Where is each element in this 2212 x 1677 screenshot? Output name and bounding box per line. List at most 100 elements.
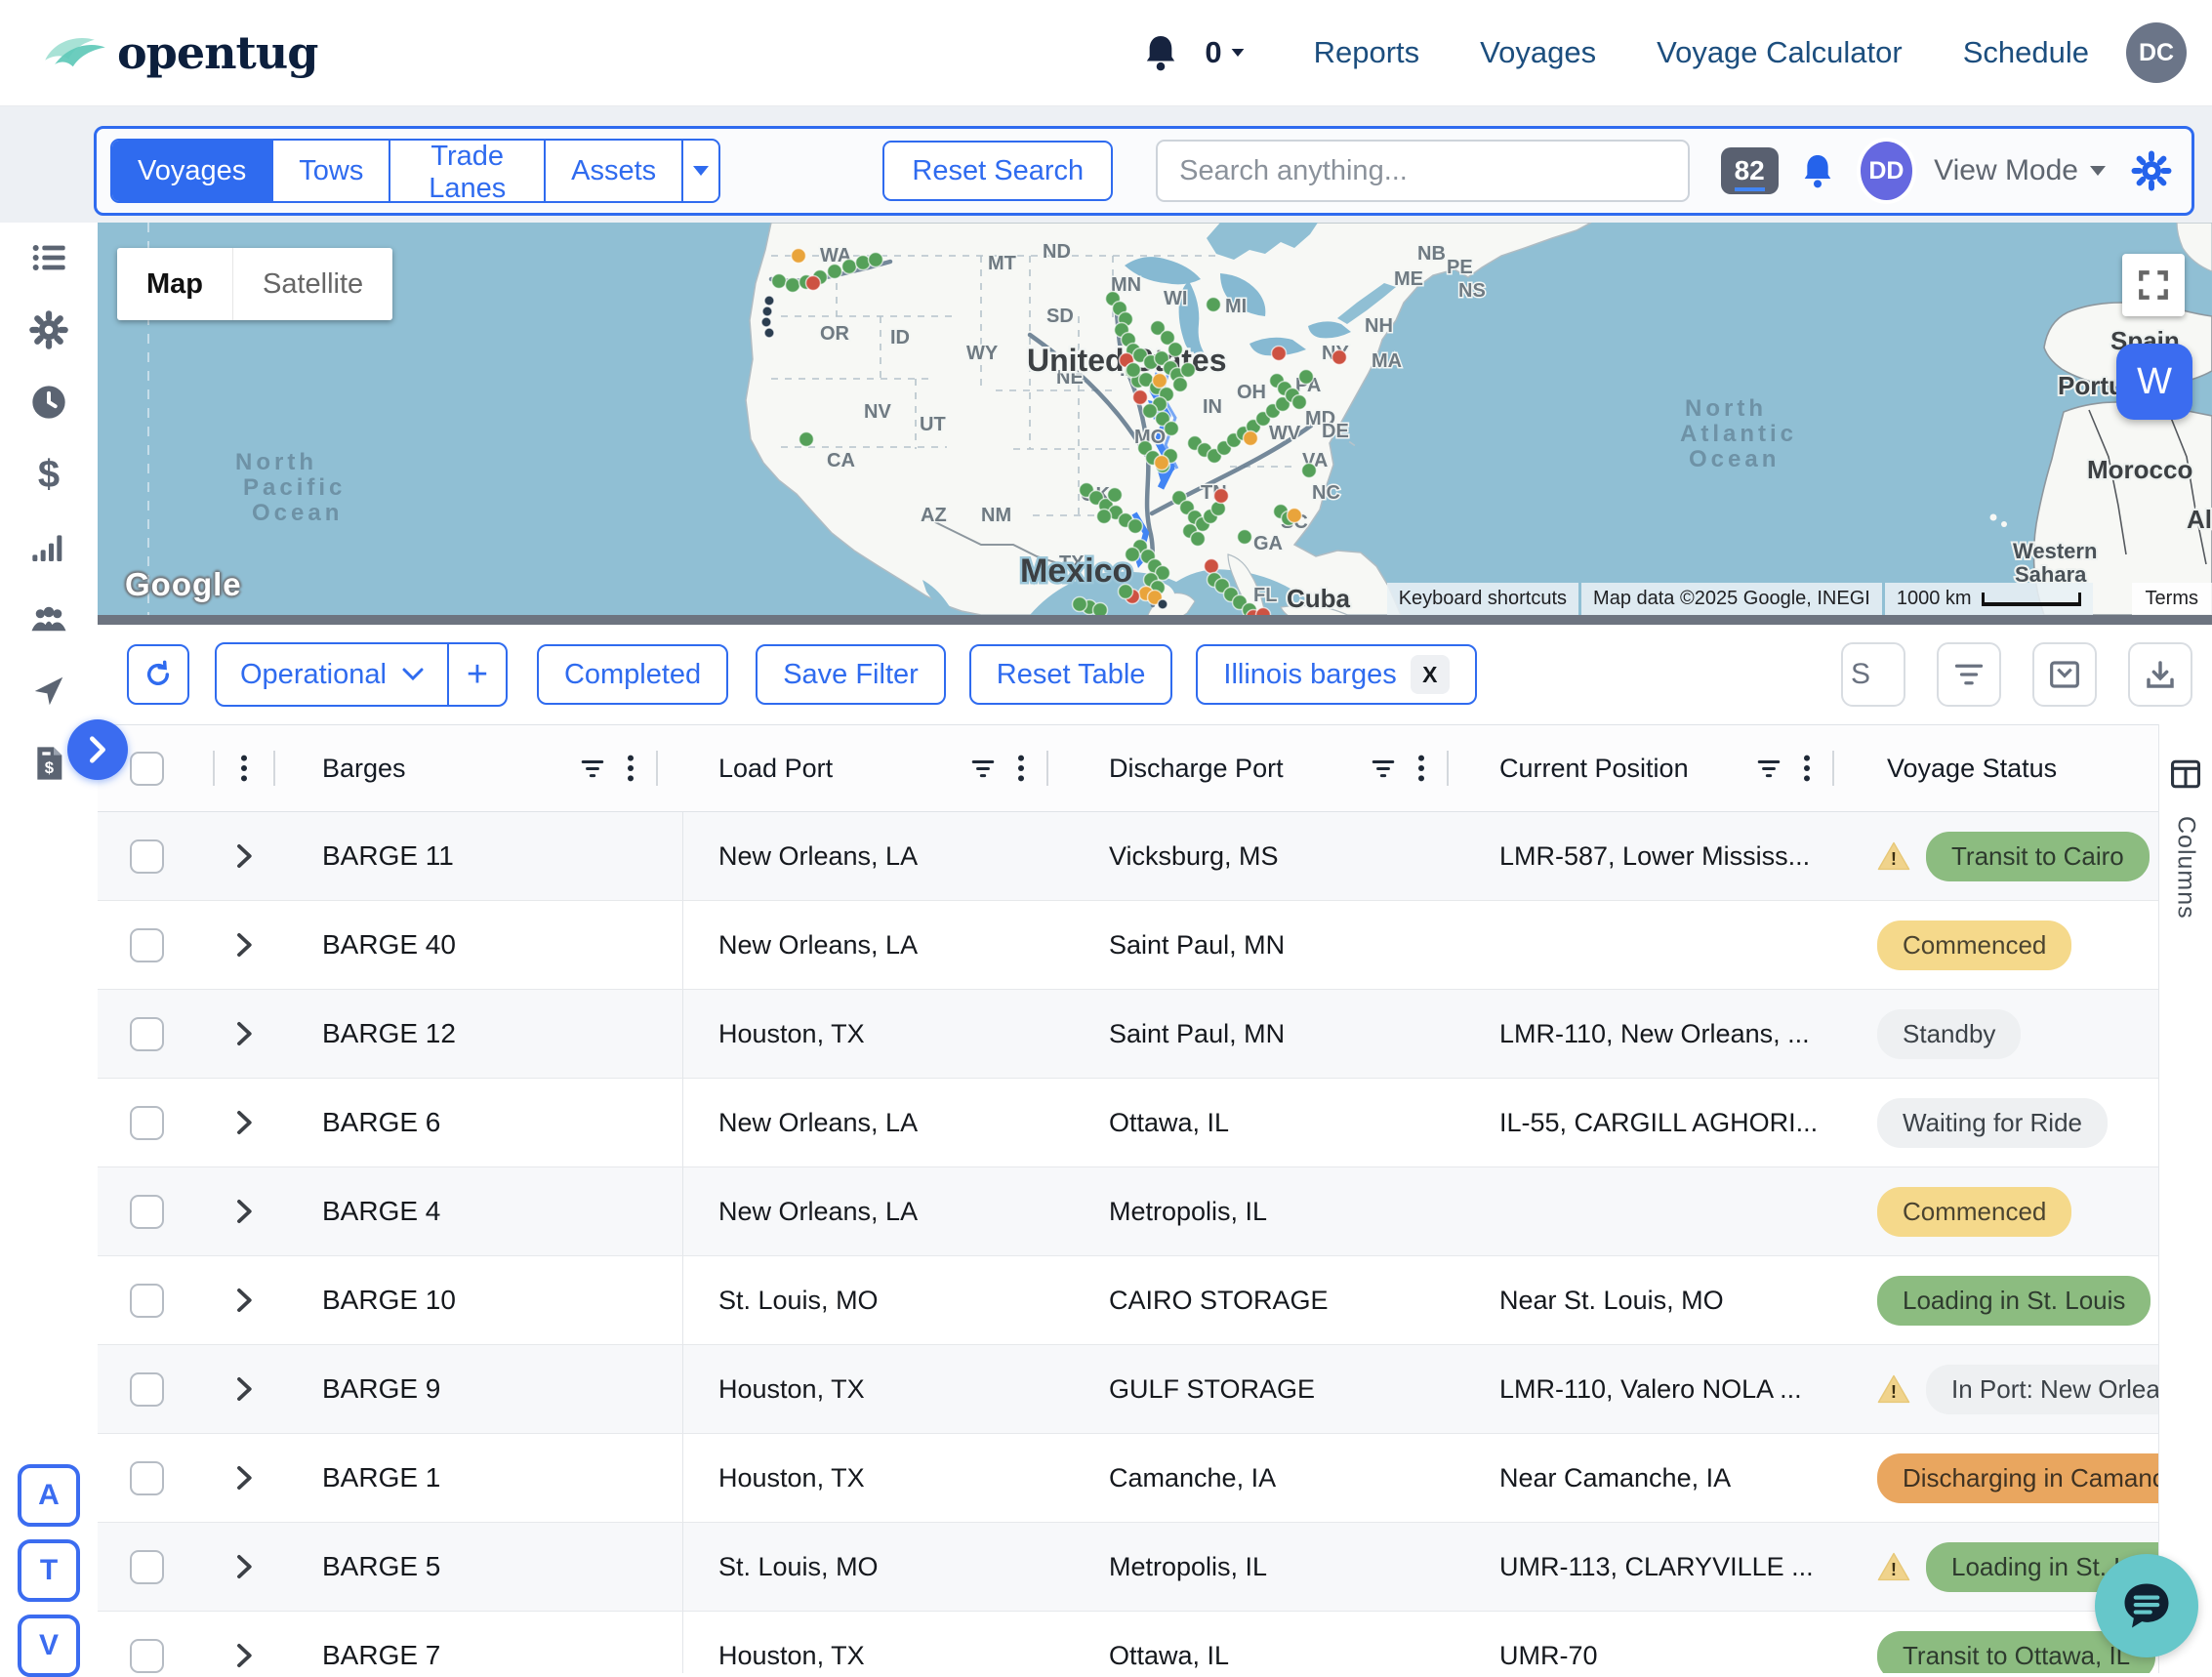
warning-icon[interactable]: ! (1877, 1373, 1910, 1405)
nav-reports[interactable]: Reports (1314, 35, 1420, 70)
keyboard-shortcuts-link[interactable]: Keyboard shortcuts (1387, 583, 1578, 615)
notification-count-dropdown[interactable]: 0 (1205, 35, 1245, 70)
invoice-document-icon[interactable]: $ (27, 742, 70, 785)
vessel-marker[interactable] (1299, 370, 1314, 385)
column-menu-icon[interactable] (1017, 754, 1025, 783)
vessel-marker[interactable] (1238, 530, 1252, 545)
shortcut-voyages-button[interactable]: V (18, 1615, 80, 1677)
vessel-marker[interactable] (762, 307, 772, 316)
vessel-marker[interactable] (842, 260, 857, 274)
vessel-marker[interactable] (1093, 603, 1108, 616)
expand-row-button[interactable] (230, 1017, 258, 1050)
vessel-marker[interactable] (1288, 509, 1302, 523)
vessel-marker[interactable] (1126, 363, 1141, 378)
voyage-map[interactable]: WAMTNDSDMNWIMINYMENHMANBPENSORIDWYNEIANV… (98, 223, 2212, 625)
status-badge[interactable]: Commenced (1877, 1187, 2071, 1237)
columns-panel-label[interactable]: Columns (2172, 816, 2200, 920)
row-checkbox[interactable] (130, 1372, 164, 1407)
row-checkbox[interactable] (130, 928, 164, 962)
remove-filter-icon[interactable]: X (1411, 655, 1450, 694)
table-row[interactable]: BARGE 1Houston, TXCamanche, IANear Caman… (98, 1434, 2159, 1523)
column-filter-icon[interactable] (1371, 757, 1396, 780)
tab-voyages[interactable]: Voyages (112, 141, 273, 201)
view-mode-dropdown[interactable]: View Mode (1934, 154, 2106, 187)
vessel-marker[interactable] (1097, 510, 1112, 524)
vessel-marker[interactable] (828, 265, 842, 279)
user-avatar[interactable]: DC (2126, 22, 2187, 83)
completed-filter-button[interactable]: Completed (537, 644, 728, 705)
vessel-marker[interactable] (1133, 390, 1148, 405)
navigation-arrow-icon[interactable] (27, 670, 70, 713)
reset-search-button[interactable]: Reset Search (882, 141, 1113, 201)
vessel-marker[interactable] (1126, 548, 1140, 562)
expand-row-button[interactable] (230, 1461, 258, 1494)
column-current-position[interactable]: Current Position (1499, 754, 1689, 784)
expand-row-button[interactable] (230, 1195, 258, 1228)
column-filter-icon[interactable] (1756, 757, 1782, 780)
status-badge[interactable]: In Port: New Orleans (1926, 1365, 2159, 1414)
table-row[interactable]: BARGE 6New Orleans, LAOttawa, ILIL-55, C… (98, 1079, 2159, 1167)
vessel-marker[interactable] (1181, 363, 1196, 378)
table-row[interactable]: BARGE 9Houston, TXGULF STORAGELMR-110, V… (98, 1345, 2159, 1434)
expand-row-button[interactable] (230, 1550, 258, 1583)
vessel-marker[interactable] (1165, 422, 1179, 436)
status-badge[interactable]: Transit to Cairo (1926, 832, 2150, 881)
kebab-menu-icon[interactable] (240, 754, 248, 783)
filter-preset-dropdown[interactable]: Operational (217, 644, 449, 705)
column-discharge-port[interactable]: Discharge Port (1109, 754, 1284, 784)
tab-tows[interactable]: Tows (273, 141, 390, 201)
table-row[interactable]: BARGE 12Houston, TXSaint Paul, MNLMR-110… (98, 990, 2159, 1079)
table-row[interactable]: BARGE 10St. Louis, MOCAIRO STORAGENear S… (98, 1256, 2159, 1345)
reset-table-button[interactable]: Reset Table (969, 644, 1173, 705)
expand-row-button[interactable] (230, 1372, 258, 1406)
vessel-marker[interactable] (1155, 456, 1169, 470)
chat-support-button[interactable] (2095, 1554, 2198, 1657)
map-fullscreen-button[interactable] (2122, 254, 2185, 316)
map-overlay-w-button[interactable]: W (2116, 344, 2192, 420)
vessel-marker[interactable] (764, 328, 774, 338)
table-row[interactable]: BARGE 11New Orleans, LAVicksburg, MSLMR-… (98, 812, 2159, 901)
map-type-map-button[interactable]: Map (117, 248, 233, 320)
vessel-marker[interactable] (1119, 585, 1133, 599)
vessel-marker[interactable] (1292, 395, 1307, 410)
row-checkbox[interactable] (130, 1550, 164, 1584)
expand-row-button[interactable] (230, 1106, 258, 1139)
row-checkbox[interactable] (130, 839, 164, 874)
columns-icon[interactable] (2169, 757, 2202, 791)
vessel-marker[interactable] (1332, 350, 1347, 365)
select-all-checkbox[interactable] (130, 752, 164, 786)
row-checkbox[interactable] (130, 1195, 164, 1229)
status-badge[interactable]: Waiting for Ride (1877, 1098, 2108, 1148)
status-badge[interactable]: Discharging in Camanche (1877, 1453, 2159, 1503)
settings-gear-icon[interactable] (2131, 150, 2172, 191)
settings-gear-icon[interactable] (27, 308, 70, 351)
table-row[interactable]: BARGE 5St. Louis, MOMetropolis, ILUMR-11… (98, 1523, 2159, 1612)
column-filter-icon[interactable] (580, 757, 605, 780)
vessel-marker[interactable] (792, 249, 806, 264)
vessel-marker[interactable] (1244, 431, 1258, 446)
nav-schedule[interactable]: Schedule (1963, 35, 2089, 70)
header-bell-icon[interactable] (1144, 33, 1177, 72)
table-row[interactable]: BARGE 4New Orleans, LAMetropolis, ILComm… (98, 1167, 2159, 1256)
saved-filter-chip[interactable]: Illinois barges X (1196, 644, 1476, 705)
vessel-marker[interactable] (772, 274, 787, 289)
nav-voyage-calculator[interactable]: Voyage Calculator (1657, 35, 1903, 70)
column-barges[interactable]: Barges (322, 754, 406, 784)
vessel-marker[interactable] (806, 276, 821, 291)
row-checkbox[interactable] (130, 1461, 164, 1495)
expand-row-button[interactable] (230, 928, 258, 961)
nav-voyages[interactable]: Voyages (1480, 35, 1596, 70)
row-checkbox[interactable] (130, 1639, 164, 1673)
warning-icon[interactable]: ! (1877, 840, 1910, 872)
vessel-marker[interactable] (1153, 374, 1167, 389)
table-row[interactable]: BARGE 7Houston, TXOttawa, ILUMR-70Transi… (98, 1612, 2159, 1673)
inbox-icon-button[interactable] (2032, 642, 2097, 707)
shortcut-tows-button[interactable]: T (18, 1539, 80, 1602)
terms-link[interactable]: Terms (2132, 583, 2212, 615)
filter-icon-button[interactable] (1937, 642, 2001, 707)
map-type-satellite-button[interactable]: Satellite (233, 248, 392, 320)
column-menu-icon[interactable] (1417, 754, 1425, 783)
expand-row-button[interactable] (230, 1639, 258, 1672)
download-icon-button[interactable] (2128, 642, 2192, 707)
vessel-marker[interactable] (1108, 488, 1123, 503)
